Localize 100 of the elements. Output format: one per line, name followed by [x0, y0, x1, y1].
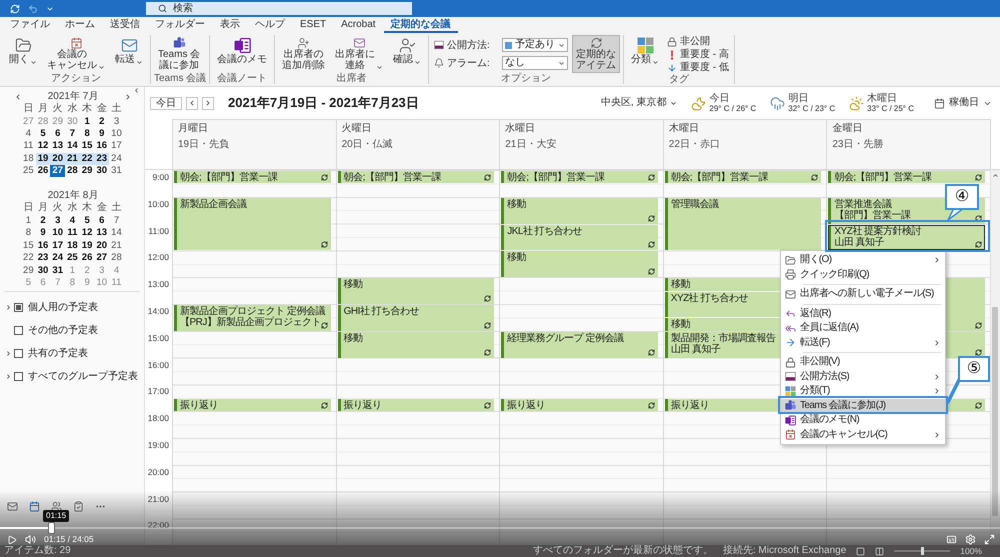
calendar-day[interactable]: 29 [80, 165, 94, 178]
calendar-day[interactable]: 8 [80, 128, 94, 140]
calendar-group-label[interactable]: その他の予定表 [28, 324, 98, 337]
zoom-thumb[interactable] [920, 547, 924, 555]
ribbon-button[interactable]: 出席者に 連絡 [331, 35, 388, 73]
calendar-day[interactable]: 10 [109, 128, 124, 140]
calendar-day[interactable]: 27 [50, 165, 66, 178]
caret-up-icon[interactable] [992, 172, 999, 179]
calendar-event[interactable]: 朝会;【部門】営業一課 [664, 171, 822, 184]
calendar-day[interactable]: 5 [80, 214, 94, 228]
search-field[interactable]: 検索 [146, 2, 412, 15]
calendar-day[interactable]: 23 [94, 152, 110, 166]
calendar-day[interactable]: 18 [65, 240, 80, 252]
ribbon-button[interactable]: 開く [5, 35, 41, 73]
calendar-day[interactable]: 16 [94, 140, 110, 153]
calendar-day[interactable]: 31 [109, 165, 124, 178]
sync-icon[interactable] [10, 4, 20, 14]
menu-tab[interactable]: ホーム [58, 17, 102, 33]
calendar-day[interactable]: 17 [50, 240, 66, 252]
calendar-day[interactable]: 28 [65, 165, 80, 178]
chevron-right-icon[interactable] [5, 373, 12, 380]
ribbon-button[interactable]: 会議のメモ [213, 35, 272, 73]
calendar-day[interactable]: 17 [109, 140, 124, 153]
calendar-day[interactable]: 13 [50, 140, 66, 153]
calendar-event[interactable]: GHI社 打ち合わせ [338, 305, 494, 331]
calendar-day[interactable]: 18 [21, 152, 36, 166]
calendar-day[interactable]: 11 [65, 227, 80, 240]
square-icon[interactable] [856, 546, 866, 556]
menu-item[interactable]: 会議のキャンセル(C) [781, 428, 945, 442]
calendar-day[interactable]: 20 [94, 240, 110, 252]
calendar-day[interactable]: 25 [21, 165, 36, 178]
menu-item[interactable]: 開く(O) [781, 253, 945, 268]
progress-slider[interactable] [0, 522, 1000, 534]
calendar-day[interactable]: 24 [50, 252, 66, 265]
calendar-day[interactable]: 23 [36, 252, 50, 265]
calendar-event[interactable]: 新製品企画プロジェクト 定例会議 【PRJ】新製品企画プロジェクト [174, 305, 331, 331]
calendar-day[interactable]: 24 [109, 152, 124, 166]
ribbon-button[interactable]: 分類 [627, 35, 664, 73]
scrollbar[interactable] [990, 169, 1000, 545]
calendar-day[interactable]: 8 [21, 227, 36, 240]
calendar-day[interactable]: 4 [21, 128, 36, 140]
calendar-day[interactable]: 19 [36, 152, 50, 166]
ribbon-button[interactable]: 重要度 - 高 [665, 49, 731, 61]
calendar-event[interactable]: 移動 [338, 278, 494, 304]
menu-tab[interactable]: ファイル [3, 17, 57, 33]
calendar-event[interactable]: JKL社 打ち合わせ [501, 224, 658, 250]
calendar-day[interactable]: 10 [50, 227, 66, 240]
calendar-day[interactable]: 20 [50, 152, 66, 166]
calendar-event[interactable]: 移動 [501, 198, 658, 224]
calendar-day[interactable]: 22 [21, 252, 36, 265]
calendar-event[interactable]: 管理職会議 [664, 198, 822, 250]
checkbox[interactable] [14, 372, 23, 382]
calendar-day[interactable]: 22 [80, 152, 94, 166]
menu-tab[interactable]: ヘルプ [248, 17, 292, 33]
calendar-day[interactable]: 5 [36, 128, 50, 140]
calendar-day[interactable]: 12 [36, 140, 50, 153]
chevron-right-icon[interactable] [5, 350, 12, 358]
calendar-day[interactable]: 4 [65, 214, 80, 228]
menu-item[interactable]: 会議のメモ(N) [781, 413, 945, 428]
chevron-right-icon[interactable] [5, 304, 12, 312]
calendar-day[interactable]: 15 [80, 140, 94, 153]
calendar-group-label[interactable]: すべてのグループ予定表 [28, 370, 138, 383]
calendar-day[interactable]: 31 [50, 264, 66, 277]
menu-tab[interactable]: フォルダー [148, 17, 212, 33]
play-icon[interactable] [7, 534, 17, 544]
calendar-day[interactable]: 1 [80, 116, 94, 128]
next-button[interactable] [202, 96, 214, 110]
calendar-day[interactable]: 12 [80, 227, 94, 240]
ribbon-button[interactable]: 重要度 - 低 [665, 62, 731, 74]
people-icon[interactable] [51, 500, 62, 512]
calendar-day[interactable]: 27 [94, 252, 110, 265]
mail-icon[interactable] [7, 500, 18, 512]
calendar-event[interactable]: 振り返り [501, 398, 658, 412]
calendar-day[interactable]: 21 [65, 152, 80, 166]
location-dropdown[interactable]: 中央区, 東京都 [600, 97, 678, 109]
chevron-left-icon[interactable] [14, 92, 22, 100]
calendar-day[interactable]: 30 [36, 264, 50, 277]
menu-tab[interactable]: 表示 [213, 17, 247, 33]
menu-item[interactable]: Teams 会議に参加(J) [781, 398, 945, 413]
caret-down-icon[interactable] [46, 4, 54, 12]
chevron-right-icon[interactable] [124, 92, 132, 100]
menu-item[interactable]: 公開方法(S) [781, 370, 945, 384]
calendar-day[interactable]: 9 [94, 128, 110, 140]
menu-tab[interactable]: ESET [293, 17, 334, 33]
calendar-day[interactable]: 30 [94, 165, 110, 178]
calendar-day[interactable]: 2 [36, 214, 50, 228]
calendar-day[interactable]: 29 [21, 264, 36, 277]
calendar-day[interactable]: 2 [94, 116, 110, 128]
calendar-day[interactable]: 1 [21, 214, 36, 228]
clipboard-check-icon[interactable] [73, 500, 84, 512]
dropdown-field[interactable]: 予定あり [502, 38, 568, 52]
settings-icon[interactable] [965, 534, 976, 545]
calendar-day[interactable]: 13 [94, 227, 110, 240]
calendar-event[interactable]: 経理業務グループ 定例会議 [501, 332, 658, 358]
progress-thumb[interactable] [48, 522, 56, 534]
calendar-day[interactable]: 6 [50, 128, 66, 140]
fullscreen-icon[interactable] [984, 534, 995, 545]
menu-tab[interactable]: 送受信 [103, 17, 147, 33]
menu-tab[interactable]: Acrobat [334, 17, 383, 33]
calendar-day[interactable]: 14 [65, 140, 80, 153]
